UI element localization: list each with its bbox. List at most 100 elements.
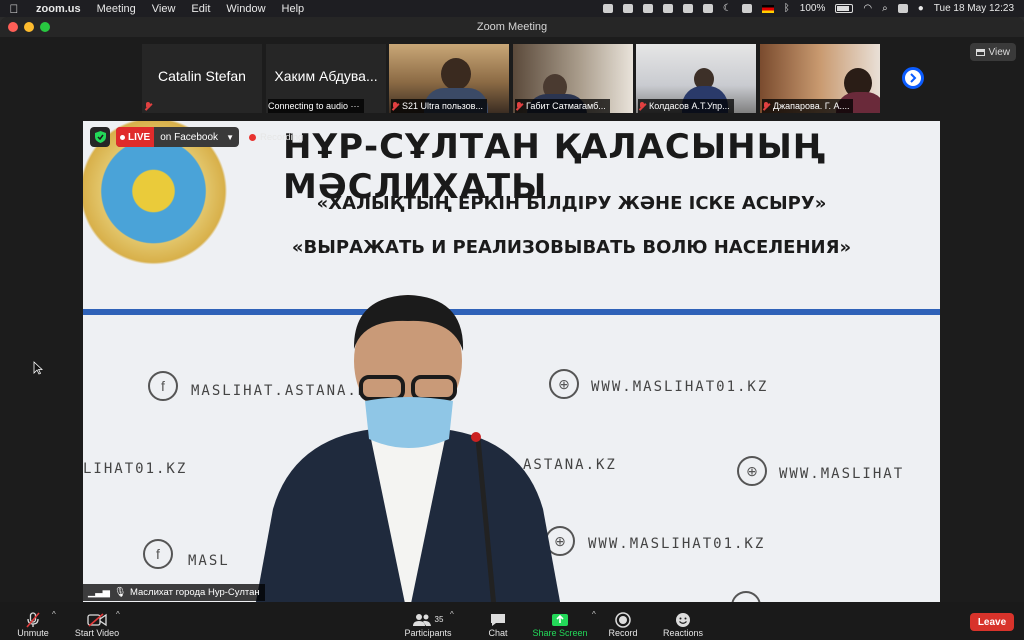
participant-tile[interactable]: S21 Ultra пользов... [389, 44, 509, 113]
video-off-icon [87, 611, 107, 628]
wifi-icon[interactable]: ◠ [863, 3, 872, 14]
audio-options-chevron-icon[interactable]: ^ [52, 610, 56, 619]
unmute-button[interactable]: Unmute [15, 606, 51, 638]
close-window-button[interactable] [8, 22, 18, 32]
participant-label: S21 Ultra пользов... [391, 99, 487, 113]
clock-icon[interactable] [741, 4, 752, 13]
record-button[interactable]: Record [606, 606, 640, 638]
stream-indicators: LIVE on Facebook ▼ Recording [90, 127, 303, 147]
share-screen-icon [551, 611, 569, 628]
dropbox-icon[interactable] [622, 4, 633, 13]
meeting-toolbar: Unmute ^ Start Video ^ 35 Participants ^… [0, 602, 1024, 640]
participants-count: 35 [434, 615, 444, 624]
participant-tile[interactable]: Хаким Абдува... Connecting to audio ··· [266, 44, 386, 113]
search-icon[interactable]: ⌕ [882, 3, 888, 14]
recording-label: Recording [259, 131, 304, 143]
menu-edit[interactable]: Edit [183, 3, 218, 15]
muted-mic-icon [515, 101, 523, 111]
participants-chevron-icon[interactable]: ^ [450, 610, 454, 619]
participants-label: Participants [404, 628, 452, 638]
traffic-lights [8, 22, 50, 32]
minimize-window-button[interactable] [24, 22, 34, 32]
security-shield-icon[interactable] [90, 127, 110, 147]
mouse-cursor-icon [33, 361, 43, 375]
battery-icon[interactable] [835, 4, 854, 13]
leave-button[interactable]: Leave [970, 613, 1014, 631]
participant-strip: Catalin Stefan Хаким Абдува... Connectin… [0, 44, 1024, 114]
menu-window[interactable]: Window [218, 3, 273, 15]
participant-tile[interactable]: Catalin Stefan [142, 44, 262, 113]
start-video-label: Start Video [74, 628, 120, 638]
grid-icon[interactable] [702, 4, 713, 13]
watermark-text: WWW.MASLIHAT01.KZ [591, 379, 769, 395]
chevron-down-icon[interactable]: ▼ [224, 133, 239, 142]
facebook-watermark-icon: f [148, 371, 178, 401]
menu-meeting[interactable]: Meeting [89, 3, 144, 15]
live-target: on Facebook [160, 131, 219, 143]
macos-menu-bar:  zoom.us Meeting View Edit Window Help … [0, 0, 1024, 17]
screen-icon[interactable] [682, 4, 693, 13]
participant-label [144, 99, 156, 113]
chat-button[interactable]: Chat [485, 606, 511, 638]
window-titlebar: Zoom Meeting [0, 17, 1024, 37]
active-speaker-name: ▁▃▅ 🎙︎ Маслихат города Нур-Султан [83, 584, 265, 601]
participants-icon: 35 [412, 611, 444, 628]
share-screen-label: Share Screen [532, 628, 588, 638]
video-options-chevron-icon[interactable]: ^ [116, 610, 120, 619]
recording-indicator[interactable]: Recording [248, 131, 304, 143]
participant-label: Джапарова. Г. А.... [762, 99, 854, 113]
window-title: Zoom Meeting [476, 21, 548, 33]
menu-help[interactable]: Help [274, 3, 313, 15]
apple-icon[interactable]:  [0, 2, 28, 16]
participant-tile[interactable]: Габит Сатмагамб... [513, 44, 633, 113]
signal-bars-icon: ▁▃▅ [88, 587, 110, 598]
chat-icon [490, 611, 506, 628]
participants-button[interactable]: 35 Participants [402, 606, 454, 638]
shield-tray-icon[interactable] [662, 4, 673, 13]
zoom-window: Zoom Meeting View Catalin Stefan Хаким А… [0, 17, 1024, 640]
share-options-chevron-icon[interactable]: ^ [592, 610, 596, 619]
siri-icon[interactable]: ● [918, 3, 924, 14]
muted-mic-icon [762, 101, 770, 111]
control-center-icon[interactable] [897, 4, 908, 13]
menubar-datetime[interactable]: Tue 18 May 12:23 [934, 3, 1014, 14]
chevron-right-icon [910, 73, 917, 83]
zoom-tray-icon[interactable] [602, 4, 613, 13]
participant-name: S21 Ultra пользов... [402, 101, 483, 111]
bluetooth-icon[interactable]: ᛒ [784, 3, 790, 14]
speaker-person [253, 295, 563, 618]
live-stream-badge[interactable]: LIVE on Facebook ▼ [116, 127, 239, 147]
smiley-icon [675, 611, 691, 628]
battery-percent: 100% [799, 3, 826, 14]
unmute-label: Unmute [17, 628, 49, 638]
next-page-button[interactable] [902, 67, 924, 89]
cloud-icon[interactable] [642, 4, 653, 13]
moon-icon[interactable]: ☾ [723, 3, 732, 14]
maximize-window-button[interactable] [40, 22, 50, 32]
watermark-text: WWW.MASLIHAT01.KZ [588, 536, 766, 552]
menu-app-name[interactable]: zoom.us [28, 3, 89, 15]
participant-tile[interactable]: Джапарова. Г. А.... [760, 44, 880, 113]
reactions-button[interactable]: Reactions [660, 606, 706, 638]
participant-name: Габит Сатмагамб... [526, 101, 606, 111]
watermark-text: MASL [188, 553, 230, 569]
participant-label: Колдасов А.Т.Упр... [638, 99, 734, 113]
participant-name: Хаким Абдува... [274, 68, 378, 84]
participant-name: Колдасов А.Т.Упр... [649, 101, 730, 111]
menu-view[interactable]: View [144, 3, 184, 15]
banner-slogan-ru: «ВЫРАЖАТЬ И РЕАЛИЗОВЫВАТЬ ВОЛЮ НАСЕЛЕНИЯ… [291, 237, 852, 258]
chat-label: Chat [488, 628, 508, 638]
participant-label: Габит Сатмагамб... [515, 99, 610, 113]
watermark-text: LIHAT01.KZ [83, 461, 188, 477]
participant-name: Catalin Stefan [158, 68, 246, 84]
keyboard-flag-icon[interactable] [761, 4, 774, 13]
share-screen-button[interactable]: Share Screen [530, 606, 590, 638]
participant-tile[interactable]: Колдасов А.Т.Упр... [636, 44, 756, 113]
banner-slogan-kz: «ХАЛЫҚТЫҢ ЕРКІН БІЛДІРУ ЖӘНЕ ІСКЕ АСЫРУ» [316, 193, 827, 214]
status-tray: ☾ ᛒ 100% ◠ ⌕ ● Tue 18 May 12:23 [602, 3, 1024, 14]
live-label: LIVE [128, 131, 151, 143]
participant-name: Джапарова. Г. А.... [773, 101, 850, 111]
live-tag: LIVE [116, 127, 155, 147]
mic-icon: 🎙︎ [113, 587, 126, 598]
muted-mic-icon [25, 611, 41, 628]
